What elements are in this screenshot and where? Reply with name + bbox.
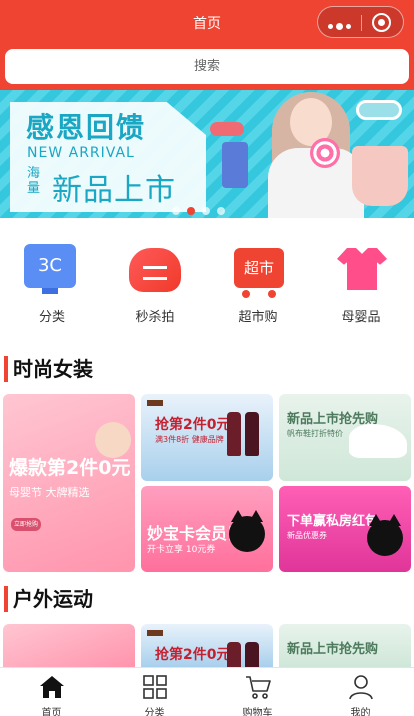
section-accent-bar (4, 356, 8, 382)
supermarket-cart-icon: 超市 (230, 242, 286, 298)
banner-side-text: 海量 (27, 166, 41, 196)
nav-item-label: 超市购 (238, 310, 278, 325)
bottom-tab-bar: 首页 分类 购物车 我的 (0, 667, 414, 716)
tile-headline: 新品上市抢先购 (287, 642, 379, 657)
cup-image (222, 142, 248, 188)
sneaker-image (349, 424, 407, 458)
baby-shirt-icon (333, 242, 389, 298)
nav-item-label: 母婴品 (341, 310, 381, 325)
product-tile-wine[interactable]: 抢第2件0元 (141, 624, 273, 667)
banner-dot[interactable] (217, 207, 225, 215)
grid-icon (143, 675, 167, 699)
banner-pagination (172, 200, 232, 215)
banner-dot[interactable] (172, 207, 180, 215)
tile-promo-text: 爆款第2件0元 (9, 457, 131, 479)
product-tile-red-packet[interactable]: 下单赢私房红包 新品优惠券 (279, 486, 411, 572)
user-icon (349, 675, 373, 700)
product-tile-baby-promo[interactable] (3, 624, 135, 667)
tile-subtext: 帆布鞋打折特价 (287, 429, 343, 438)
tab-category[interactable]: 分类 (103, 668, 206, 716)
cart-icon (246, 676, 271, 699)
nav-item-label: 分类 (38, 310, 65, 325)
product-tile-wine[interactable]: 抢第2件0元 满3件8折 健康品牌 (141, 394, 273, 481)
nav-item-category[interactable]: 3C 分类 (0, 240, 104, 330)
3c-monitor-icon: 3C (24, 242, 80, 298)
section-title: 户外运动 (13, 587, 93, 611)
tile-headline: 下单赢私房红包 (287, 514, 379, 529)
tile-buy-button[interactable]: 立即抢购 (11, 518, 41, 531)
tab-label: 首页 (41, 708, 62, 716)
top-header: 首页 搜索 (0, 0, 414, 90)
tile-promo-sub: 母婴节 大牌精选 (9, 486, 90, 499)
miniprogram-capsule (317, 6, 404, 38)
banner-subtitle: NEW ARRIVAL (27, 145, 135, 161)
tile-subtext: 开卡立享 10元券 (147, 545, 216, 555)
home-icon (40, 676, 64, 698)
nav-item-label: 秒杀拍 (135, 310, 175, 325)
nav-item-baby[interactable]: 母婴品 (309, 240, 413, 330)
section-accent-bar (4, 586, 8, 612)
bottle-image (245, 642, 259, 667)
product-tile-member-day[interactable]: 妙宝卡会员日 开卡立享 10元券 (141, 486, 273, 572)
promo-banner[interactable]: 感恩回馈 NEW ARRIVAL 海量 新品上市 (0, 90, 414, 218)
baby-image (95, 422, 131, 458)
category-nav: 3C 分类 秒杀拍 超市 超市购 母婴品 (0, 240, 414, 330)
product-tile-shoes[interactable]: 新品上市抢先购 帆布鞋打折特价 (279, 394, 411, 481)
skirt-image (352, 146, 408, 206)
tile-subtext: 新品优惠券 (287, 531, 327, 540)
banner-dot-active[interactable] (187, 207, 195, 215)
tile-headline: 抢第2件0元 (155, 647, 231, 663)
hat-image (356, 100, 402, 120)
bottle-image (227, 642, 241, 667)
tmall-cat-image (367, 514, 403, 556)
tab-home[interactable]: 首页 (0, 668, 103, 716)
product-tile-shoes[interactable]: 新品上市抢先购 (279, 624, 411, 667)
banner-title: 感恩回馈 (26, 111, 147, 144)
nav-item-flash-sale[interactable]: 秒杀拍 (103, 240, 207, 330)
bottle-image (245, 412, 259, 456)
capsule-divider (361, 15, 362, 31)
brand-tag (147, 400, 163, 406)
product-tile-baby-promo[interactable]: 爆款第2件0元 母婴节 大牌精选 立即抢购 (3, 394, 135, 572)
nav-item-supermarket[interactable]: 超市 超市购 (206, 240, 310, 330)
tile-subtext: 满3件8折 健康品牌 (155, 435, 224, 444)
tmall-cat-image (229, 510, 265, 552)
tab-cart[interactable]: 购物车 (206, 668, 309, 716)
tab-label: 分类 (144, 708, 165, 716)
bottle-image (227, 412, 241, 456)
banner-dot[interactable] (202, 207, 210, 215)
search-input[interactable]: 搜索 (5, 49, 409, 84)
tab-label: 我的 (350, 708, 371, 716)
section-title: 时尚女装 (13, 357, 93, 381)
more-menu-icon[interactable] (328, 16, 358, 30)
tile-headline: 抢第2件0元 (155, 417, 231, 433)
tab-label: 购物车 (242, 708, 273, 716)
brand-tag (147, 630, 163, 636)
banner-headline: 新品上市 (52, 173, 176, 208)
sunglasses-image (210, 122, 244, 136)
flash-sale-icon (127, 242, 183, 298)
tab-profile[interactable]: 我的 (309, 668, 412, 716)
close-target-icon[interactable] (372, 13, 391, 32)
